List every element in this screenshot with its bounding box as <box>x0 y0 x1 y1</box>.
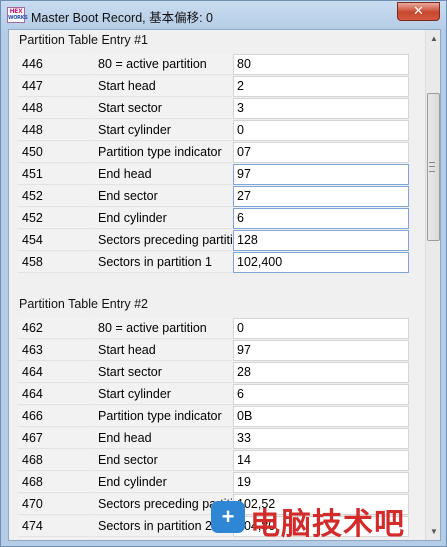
field-value-input[interactable]: 128 <box>233 230 409 251</box>
offset-cell: 454 <box>18 230 93 251</box>
hex-app-icon[interactable]: HEX WORKS <box>7 7 28 23</box>
table-row: 468 End cylinder 19 <box>18 472 412 494</box>
offset-cell: 447 <box>18 76 93 97</box>
app-icon-text-top: HEX <box>9 8 23 15</box>
title-bar[interactable]: HEX WORKS Master Boot Record, 基本偏移: 0 ✕ <box>1 1 446 29</box>
field-value-input[interactable]: 0 <box>233 120 409 141</box>
window: HEX WORKS Master Boot Record, 基本偏移: 0 ✕ … <box>0 0 447 547</box>
offset-cell: 451 <box>18 164 93 185</box>
field-name-cell: Start cylinder <box>94 120 232 141</box>
scrollbar-grip-icon <box>429 162 435 172</box>
table-row: 467 End head 33 <box>18 428 412 450</box>
record-view: Partition Table Entry #1 446 80 = active p… <box>8 29 441 541</box>
field-name-cell: Partition type indicator <box>94 406 232 427</box>
field-name-cell: Start cylinder <box>94 384 232 405</box>
field-value-input[interactable]: 27 <box>233 186 409 207</box>
offset-cell: 450 <box>18 142 93 163</box>
field-value-input[interactable]: 14 <box>233 450 409 471</box>
table-row: 451 End head 97 <box>18 164 412 186</box>
field-name-cell: End head <box>94 164 232 185</box>
field-name-cell: Start sector <box>94 98 232 119</box>
section-title: Partition Table Entry #2 <box>19 297 149 311</box>
field-name-cell: End head <box>94 428 232 449</box>
watermark-text: 电脑技术吧 <box>250 507 405 542</box>
scroll-up-icon[interactable]: ▲ <box>426 30 440 47</box>
table-row: 458 Sectors in partition 1 102,400 <box>18 252 412 274</box>
field-value-input[interactable]: 28 <box>233 362 409 383</box>
window-title: Master Boot Record, 基本偏移: 0 <box>31 11 214 25</box>
field-value-input[interactable]: 3 <box>233 98 409 119</box>
field-value-input[interactable]: 97 <box>233 340 409 361</box>
app-icon-text-bottom: WORKS <box>8 15 28 21</box>
table-row: 446 80 = active partition 80 <box>18 54 412 76</box>
offset-cell: 467 <box>18 428 93 449</box>
field-name-cell: 80 = active partition <box>94 318 232 339</box>
field-name-cell: 80 = active partition <box>94 54 232 75</box>
field-value-input[interactable]: 0 <box>233 318 409 339</box>
offset-cell: 474 <box>18 516 93 537</box>
field-value-input[interactable]: 97 <box>233 164 409 185</box>
offset-cell: 452 <box>18 186 93 207</box>
offset-cell: 446 <box>18 54 93 75</box>
field-name-cell: End cylinder <box>94 208 232 229</box>
field-name-cell: Start head <box>94 340 232 361</box>
offset-cell: 464 <box>18 362 93 383</box>
field-value-input[interactable]: 19 <box>233 472 409 493</box>
field-value-input[interactable]: 6 <box>233 384 409 405</box>
table-row: 452 End cylinder 6 <box>18 208 412 230</box>
table-row: 450 Partition type indicator 07 <box>18 142 412 164</box>
field-value-input[interactable]: 33 <box>233 428 409 449</box>
vertical-scrollbar[interactable]: ▲ ▼ <box>425 30 440 540</box>
field-name-cell: End sector <box>94 186 232 207</box>
field-value-input[interactable]: 2 <box>233 76 409 97</box>
field-name-cell: Sectors in partition 1 <box>94 252 232 273</box>
table-row: 468 End sector 14 <box>18 450 412 472</box>
table-row: 448 Start sector 3 <box>18 98 412 120</box>
table-row: 448 Start cylinder 0 <box>18 120 412 142</box>
partition-entry-section-1: Partition Table Entry #1 446 80 = active p… <box>9 33 427 274</box>
field-value-input[interactable]: 102,400 <box>233 252 409 273</box>
section-title: Partition Table Entry #1 <box>19 33 149 47</box>
table-row: 454 Sectors preceding partition 128 <box>18 230 412 252</box>
table-row: 464 Start sector 28 <box>18 362 412 384</box>
close-button[interactable]: ✕ <box>397 2 440 21</box>
table-row: 452 End sector 27 <box>18 186 412 208</box>
table-row: 462 80 = active partition 0 <box>18 318 412 340</box>
offset-cell: 452 <box>18 208 93 229</box>
field-value-input[interactable]: 0B <box>233 406 409 427</box>
offset-cell: 458 <box>18 252 93 273</box>
watermark: + 电脑技术吧 <box>206 497 446 542</box>
field-name-cell: End cylinder <box>94 472 232 493</box>
table-row: 466 Partition type indicator 0B <box>18 406 412 428</box>
field-name-cell: Start head <box>94 76 232 97</box>
table-row: 463 Start head 97 <box>18 340 412 362</box>
field-value-input[interactable]: 6 <box>233 208 409 229</box>
field-name-cell: Partition type indicator <box>94 142 232 163</box>
field-name-cell: Sectors preceding partition <box>94 230 232 251</box>
offset-cell: 468 <box>18 472 93 493</box>
field-value-input[interactable]: 80 <box>233 54 409 75</box>
table-row: 447 Start head 2 <box>18 76 412 98</box>
offset-cell: 448 <box>18 120 93 141</box>
watermark-logo-icon: + <box>211 501 245 533</box>
offset-cell: 462 <box>18 318 93 339</box>
field-value-input[interactable]: 07 <box>233 142 409 163</box>
field-name-cell: End sector <box>94 450 232 471</box>
offset-cell: 464 <box>18 384 93 405</box>
field-name-cell: Start sector <box>94 362 232 383</box>
offset-cell: 470 <box>18 494 93 515</box>
offset-cell: 468 <box>18 450 93 471</box>
offset-cell: 463 <box>18 340 93 361</box>
offset-cell: 448 <box>18 98 93 119</box>
offset-cell: 466 <box>18 406 93 427</box>
table-row: 464 Start cylinder 6 <box>18 384 412 406</box>
